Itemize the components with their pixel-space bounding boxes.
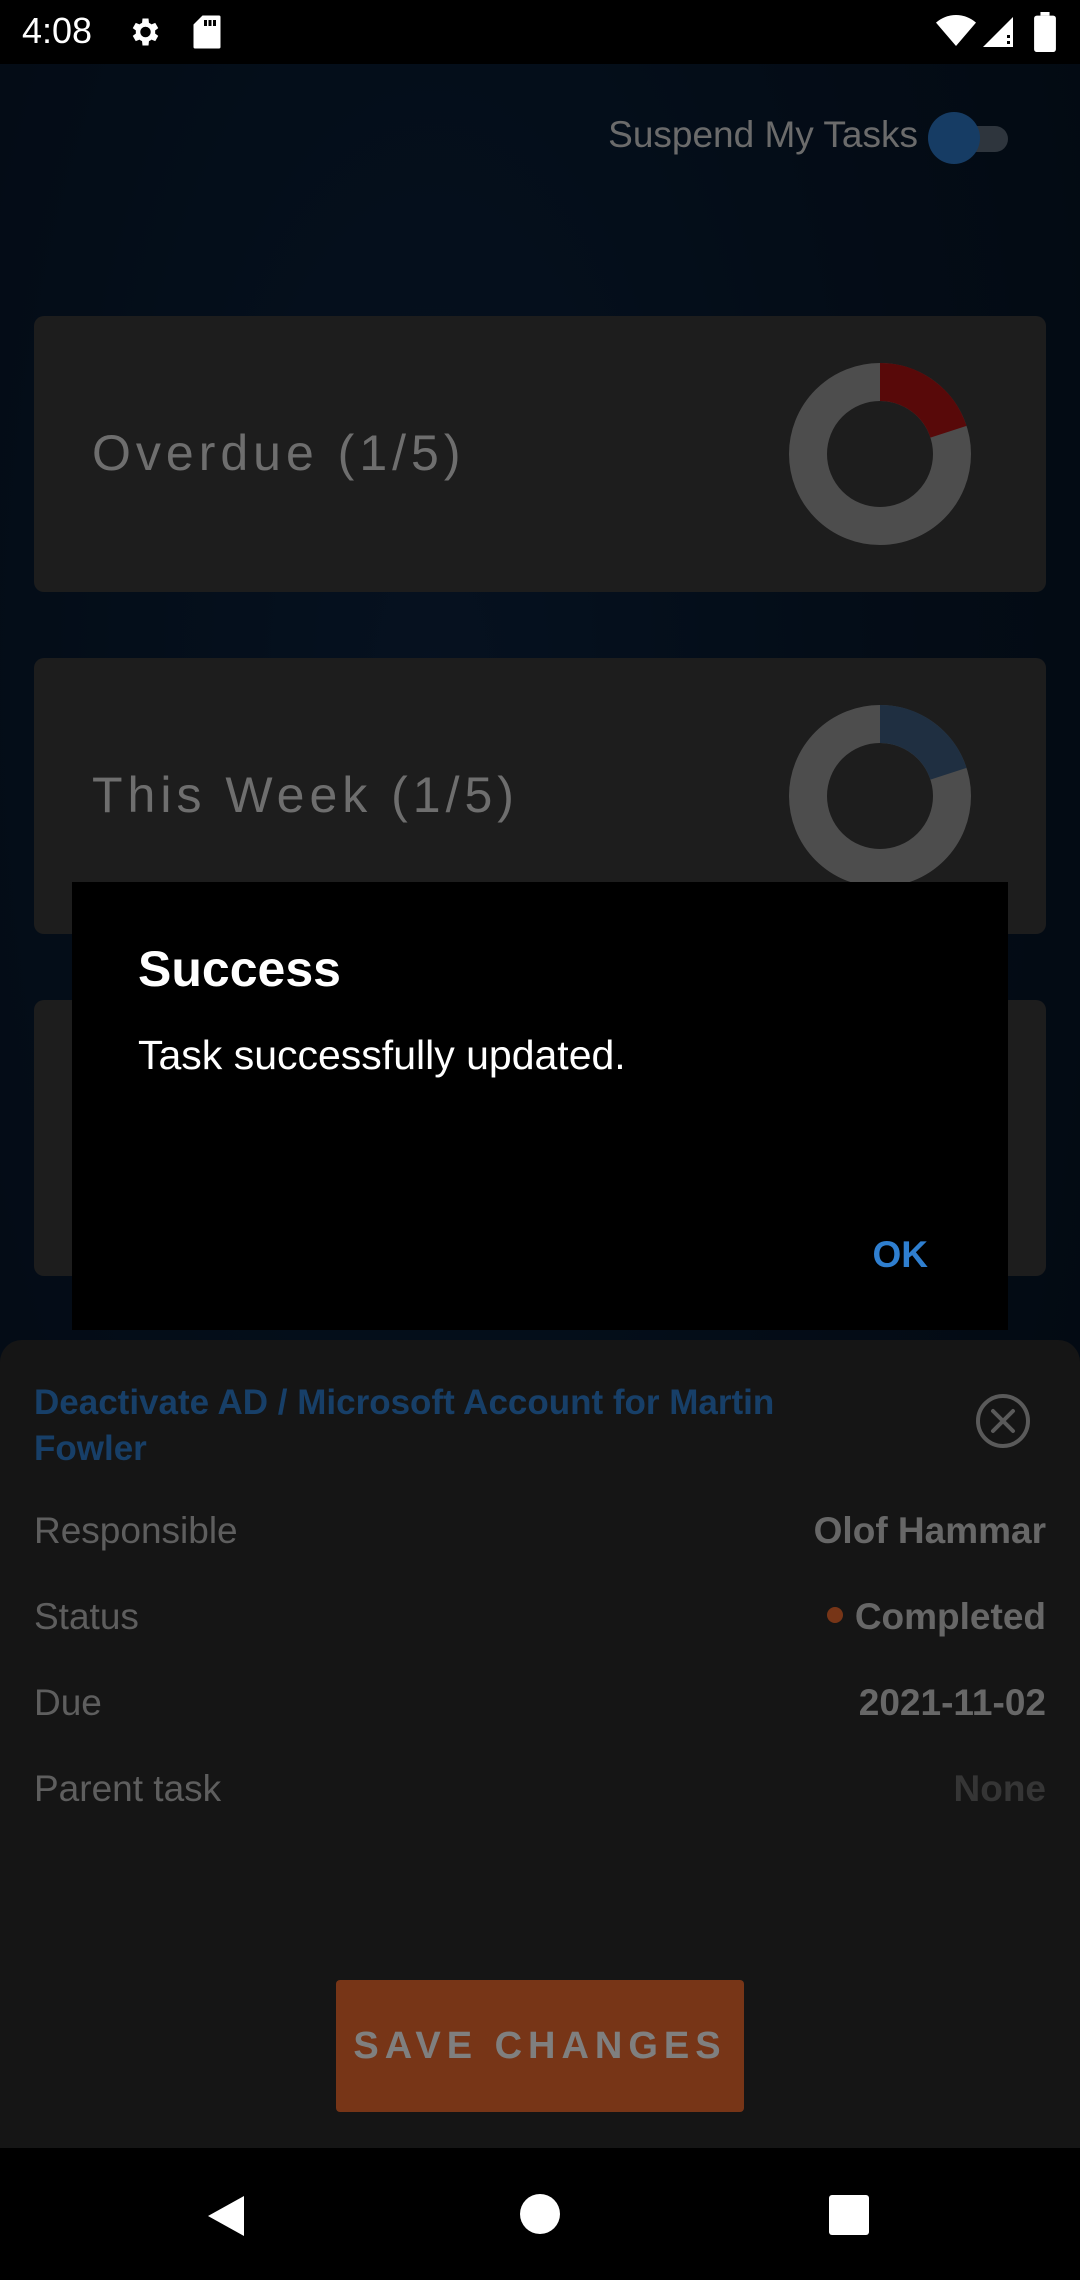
recent-apps-icon[interactable] <box>828 2194 870 2241</box>
dialog-message: Task successfully updated. <box>138 1032 626 1078</box>
battery-icon <box>1034 12 1056 57</box>
wifi-icon <box>936 14 976 53</box>
gear-icon <box>126 14 162 55</box>
success-dialog: Success Task successfully updated. OK <box>72 882 1008 1330</box>
dialog-title: Success <box>138 941 341 997</box>
navigation-bar <box>0 2148 1080 2280</box>
status-time: 4:08 <box>22 10 93 51</box>
back-icon[interactable] <box>204 2192 248 2245</box>
signal-icon <box>980 14 1016 55</box>
sd-card-icon <box>192 14 222 55</box>
status-bar: 4:08 <box>0 0 1080 64</box>
dialog-ok-button[interactable]: OK <box>863 1226 939 1284</box>
home-icon[interactable] <box>518 2192 562 2241</box>
